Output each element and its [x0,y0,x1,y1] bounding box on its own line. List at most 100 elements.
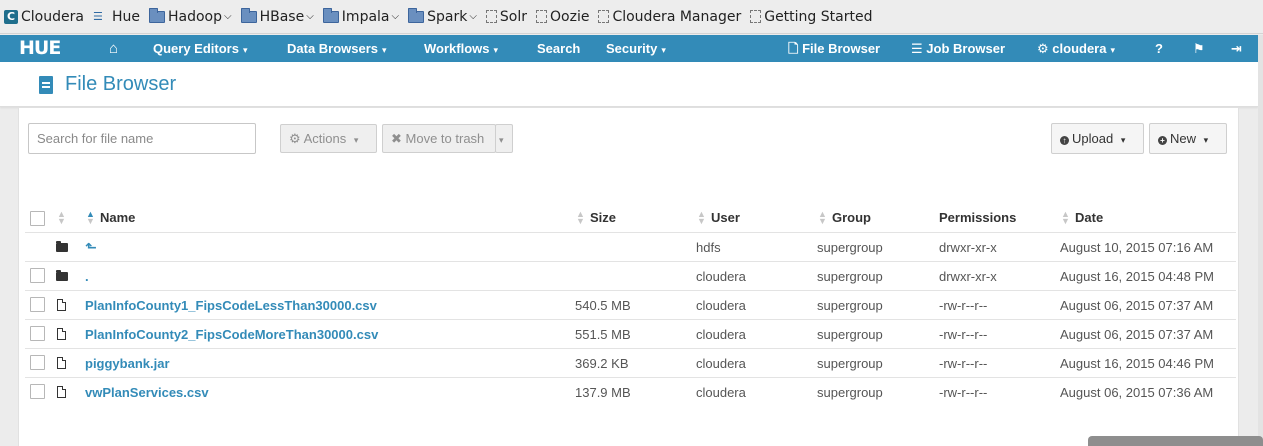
cell-date: August 10, 2015 07:16 AM [1060,240,1214,255]
bookmark-folder-hadoop[interactable]: Hadoop ⌵ [148,7,232,25]
column-header-permissions[interactable]: Permissions [939,211,1016,225]
upload-icon: ↑ [1060,136,1069,145]
chevron-down-icon: ▾ [661,45,666,55]
hue-logo[interactable]: HUE [19,35,61,62]
bookmark-folder-spark[interactable]: Spark ⌵ [408,7,477,25]
actions-button[interactable]: ⚙ Actions ▾ [280,124,377,153]
column-header-date[interactable]: Date [1075,211,1103,225]
nav-user-menu[interactable]: ⚙ cloudera ▾ [1037,35,1115,62]
cell-size: 369.2 KB [575,356,629,371]
chevron-down-icon: ▾ [353,135,359,145]
cell-date: August 16, 2015 04:46 PM [1060,356,1214,371]
column-header-group[interactable]: Group [832,211,871,225]
cell-user: cloudera [696,298,746,313]
nav-label: Job Browser [926,41,1006,56]
chevron-down-icon: ⌵ [306,11,314,22]
cell-permissions: -rw-r--r-- [939,298,988,313]
folder-icon [408,7,425,23]
page-scrollbar[interactable] [1258,35,1263,446]
bookmark-label: Oozie [550,8,590,25]
divider [25,261,1236,262]
chevron-down-icon: ⌵ [223,11,232,22]
cell-date: August 06, 2015 07:36 AM [1060,385,1214,400]
cell-group: supergroup [817,240,883,255]
sort-icon[interactable]: ▲ ▼ [1061,210,1070,226]
nav-label: File Browser [802,41,881,56]
logout-icon[interactable]: ⇥ [1231,35,1242,62]
new-button[interactable]: + New ▾ [1149,123,1227,154]
bookmark-oozie[interactable]: Oozie [536,9,589,25]
chevron-down-icon: ⌵ [469,11,477,22]
divider [25,319,1236,320]
nav-workflows[interactable]: Workflows ▾ [424,35,498,62]
cell-date: August 16, 2015 04:48 PM [1060,269,1214,284]
sort-icon[interactable]: ▲ ▼ [57,210,66,226]
column-header-size[interactable]: Size [590,211,616,225]
home-icon[interactable]: ⌂ [109,35,118,62]
file-name-link[interactable]: PlanInfoCounty1_FipsCodeLessThan30000.cs… [85,298,377,313]
bookmark-getting-started[interactable]: Getting Started [750,9,872,25]
select-all-checkbox[interactable] [30,211,45,226]
nav-label: Data Browsers [287,41,379,56]
nav-data-browsers[interactable]: Data Browsers ▾ [287,35,387,62]
bookmark-folder-hbase[interactable]: HBase ⌵ [240,7,314,25]
row-checkbox[interactable] [30,355,45,370]
cell-user: hdfs [696,240,721,255]
sort-icon[interactable]: ▲ ▼ [818,210,827,226]
sort-icon[interactable]: ▲ ▼ [697,210,706,226]
nav-security[interactable]: Security ▾ [606,35,666,62]
file-icon [57,328,66,340]
flag-icon[interactable]: ⚑ [1193,35,1205,62]
row-checkbox[interactable] [30,297,45,312]
row-checkbox[interactable] [30,384,45,399]
column-header-user[interactable]: User [711,211,740,225]
row-checkbox[interactable] [30,326,45,341]
bookmark-label: Hue [111,8,140,25]
nav-query-editors[interactable]: Query Editors ▾ [153,35,248,62]
sort-icon[interactable]: ▲ ▼ [86,210,95,226]
file-name-link[interactable]: PlanInfoCounty2_FipsCodeMoreThan30000.cs… [85,327,378,342]
bookmark-hue[interactable]: ☰ Hue [93,9,140,25]
sort-icon[interactable]: ▲ ▼ [576,210,585,226]
bookmark-label: Solr [499,8,528,25]
bookmark-cloudera[interactable]: C Cloudera [4,9,84,25]
page-title: File Browser [65,73,177,95]
close-icon: ✖ [391,131,402,146]
bookmark-folder-impala[interactable]: Impala ⌵ [322,7,399,25]
bookmark-label: Cloudera Manager [612,8,742,25]
search-input[interactable] [28,123,256,154]
trash-options-button[interactable]: ▾ [495,124,513,153]
help-icon[interactable]: ? [1155,35,1163,62]
new-label: New [1170,131,1197,146]
upload-button[interactable]: ↑ Upload ▾ [1051,123,1144,154]
row-checkbox[interactable] [30,268,45,283]
folder-icon [56,241,68,252]
cell-permissions: -rw-r--r-- [939,356,988,371]
cell-date: August 06, 2015 07:37 AM [1060,327,1214,342]
nav-search[interactable]: Search [537,35,580,62]
file-name-link[interactable]: . [85,269,89,284]
cell-permissions: drwxr-xr-x [939,240,997,255]
column-header-name[interactable]: Name [100,211,135,225]
nav-file-browser[interactable]: 🗋 File Browser [788,35,880,62]
nav-job-browser[interactable]: ☰ Job Browser [911,35,1005,62]
bookmark-cloudera-manager[interactable]: Cloudera Manager [598,9,741,25]
parent-directory-link[interactable]: ⬑ [85,240,97,255]
gear-icon: ⚙ [289,131,301,146]
file-name-link[interactable]: vwPlanServices.csv [85,385,209,400]
file-name-link[interactable]: piggybank.jar [85,356,170,371]
move-to-trash-button[interactable]: ✖ Move to trash [382,124,496,153]
chevron-down-icon: ▾ [499,135,504,145]
nav-label: Security [606,41,658,56]
chevron-down-icon: ▾ [1110,45,1115,55]
bookmark-solr[interactable]: Solr [485,8,528,25]
file-icon [57,299,66,311]
cell-permissions: -rw-r--r-- [939,385,988,400]
cell-group: supergroup [817,298,883,313]
file-icon: 🗋 [788,41,799,56]
nav-label: Query Editors [153,41,239,56]
list-icon: ☰ [911,41,923,56]
folder-icon [56,270,68,281]
file-text-icon [39,76,53,94]
bookmark-label: Getting Started [764,8,873,25]
